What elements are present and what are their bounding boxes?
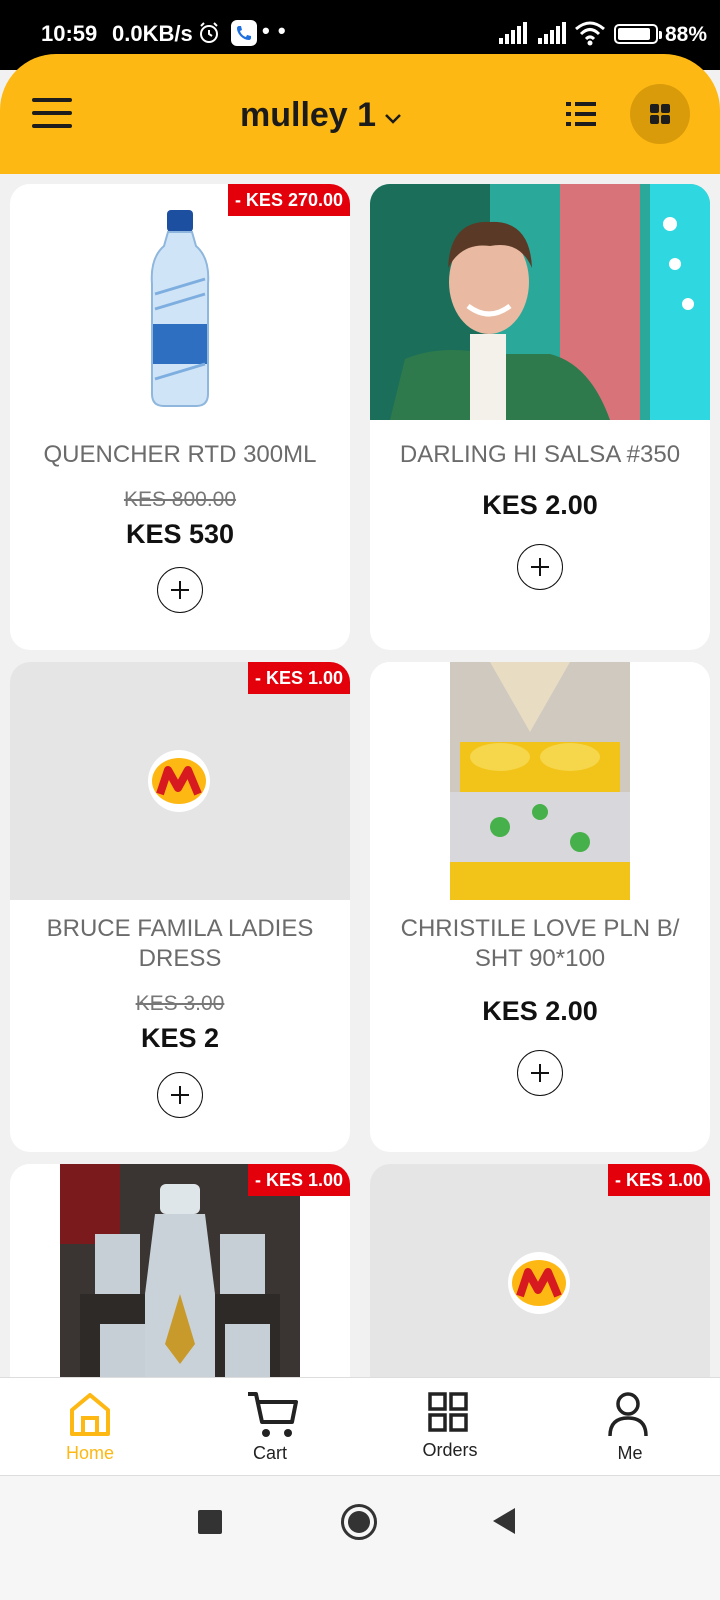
store-selector[interactable]: mulley 1 xyxy=(240,96,376,135)
discount-badge: - KES 270.00 xyxy=(227,184,350,216)
discount-badge: - KES 1.00 xyxy=(247,1164,350,1196)
nav-home-label: Home xyxy=(65,1443,114,1463)
nav-me[interactable]: Me xyxy=(570,1378,690,1476)
product-card[interactable]: - KES 1.00 BRUCE FAMILA LADIES DRESS KES… xyxy=(10,662,350,1152)
product-image xyxy=(10,1164,350,1404)
nav-cart-label: Cart xyxy=(252,1443,287,1463)
product-card[interactable]: CHRISTILE LOVE PLN B/ SHT 90*100 KES 2.0… xyxy=(370,662,710,1152)
product-card[interactable]: - KES 1.00 xyxy=(10,1164,350,1404)
system-nav-bar xyxy=(0,1476,720,1600)
nav-home[interactable]: Home xyxy=(30,1378,150,1476)
product-name: QUENCHER RTD 300ML xyxy=(43,441,317,468)
orders-icon xyxy=(428,1392,468,1432)
network-speed: 0.0KB/s xyxy=(112,21,193,46)
product-card[interactable]: - KES 1.00 xyxy=(370,1164,710,1404)
product-price: KES 2.00 xyxy=(482,996,598,1026)
bottom-nav: Home Cart Orders Me xyxy=(0,1377,720,1476)
product-name: CHRISTILE LOVE PLN B/ SHT 90*100 xyxy=(400,915,680,972)
product-image xyxy=(10,662,350,900)
battery-fill xyxy=(618,28,650,40)
product-price: KES 2 xyxy=(140,1023,220,1053)
nav-me-label: Me xyxy=(617,1443,643,1463)
cart-icon xyxy=(248,1392,298,1437)
chevron-down-icon[interactable] xyxy=(384,112,402,126)
product-name: DARLING HI SALSA #350 xyxy=(399,441,681,468)
battery-icon xyxy=(614,24,662,44)
add-to-cart-button[interactable] xyxy=(157,1072,203,1118)
product-name: BRUCE FAMILA LADIES DRESS xyxy=(46,915,314,972)
recents-button[interactable] xyxy=(198,1510,222,1534)
nav-cart[interactable]: Cart xyxy=(210,1378,330,1476)
add-to-cart-button[interactable] xyxy=(157,567,203,613)
battery-percent: 88% xyxy=(665,23,708,46)
discount-badge: - KES 1.00 xyxy=(247,662,350,694)
product-card[interactable]: DARLING HI SALSA #350 KES 2.00 xyxy=(370,184,710,650)
old-price: KES 3.00 xyxy=(135,992,225,1015)
signal-icon-2 xyxy=(538,22,566,44)
product-image xyxy=(370,662,710,900)
product-price: KES 530 xyxy=(125,519,235,549)
call-notification-icon xyxy=(231,20,257,46)
product-image xyxy=(10,184,350,420)
product-card[interactable]: - KES 270.00 QUENCHER RTD 300ML KES 800.… xyxy=(10,184,350,650)
add-to-cart-button[interactable] xyxy=(517,1050,563,1096)
more-notifications: • • xyxy=(262,18,287,43)
wifi-icon xyxy=(575,21,605,46)
alarm-icon xyxy=(200,22,218,43)
home-button[interactable] xyxy=(341,1504,377,1540)
add-to-cart-button[interactable] xyxy=(517,544,563,590)
nav-orders-label: Orders xyxy=(422,1440,478,1460)
back-button[interactable] xyxy=(493,1508,515,1534)
store-logo-icon xyxy=(508,1252,570,1314)
old-price: KES 800.00 xyxy=(123,488,237,511)
app-header: mulley 1 xyxy=(0,54,720,174)
list-view-icon[interactable] xyxy=(566,100,596,128)
product-image xyxy=(370,1164,710,1404)
home-icon xyxy=(70,1393,110,1436)
product-image xyxy=(370,184,710,420)
nav-orders[interactable]: Orders xyxy=(390,1378,510,1476)
product-price: KES 2.00 xyxy=(482,490,598,520)
store-logo-icon xyxy=(148,750,210,812)
discount-badge: - KES 1.00 xyxy=(607,1164,710,1196)
signal-icon xyxy=(499,22,527,44)
profile-icon xyxy=(608,1392,648,1437)
grid-view-icon[interactable] xyxy=(630,84,690,144)
menu-icon[interactable] xyxy=(32,98,72,130)
status-time: 10:59 xyxy=(41,21,98,46)
